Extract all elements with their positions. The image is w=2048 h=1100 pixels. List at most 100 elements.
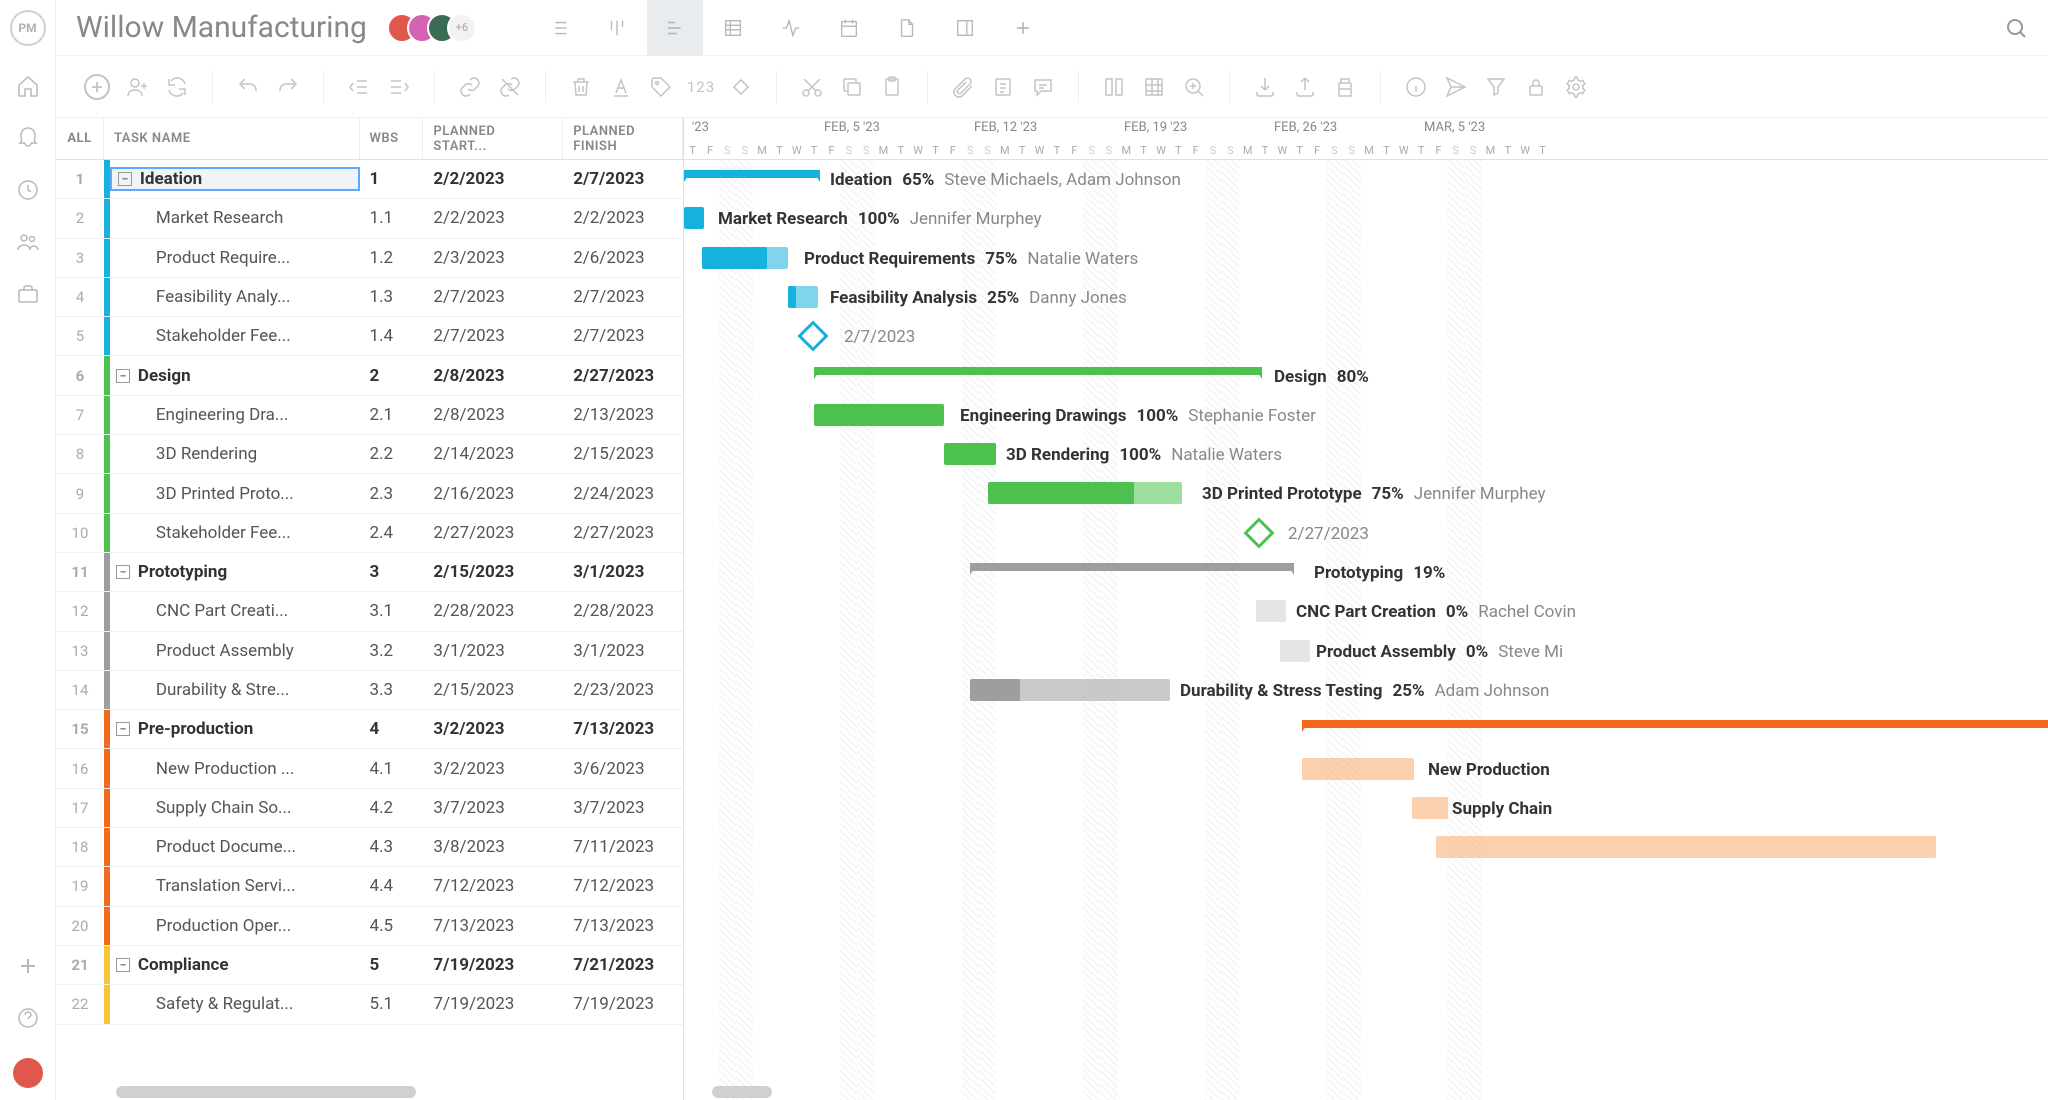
filter-icon[interactable] bbox=[1483, 74, 1509, 100]
text-color-icon[interactable] bbox=[608, 74, 634, 100]
view-panel-icon[interactable] bbox=[937, 0, 993, 56]
milestone-marker[interactable] bbox=[1243, 517, 1274, 548]
columns-icon[interactable] bbox=[1101, 74, 1127, 100]
redo-icon[interactable] bbox=[275, 74, 301, 100]
task-row[interactable]: 6−Design22/8/20232/27/2023 bbox=[56, 356, 683, 395]
summary-bar[interactable] bbox=[684, 170, 820, 178]
gantt-scrollbar[interactable] bbox=[712, 1086, 772, 1098]
home-icon[interactable] bbox=[16, 74, 40, 98]
summary-bar[interactable] bbox=[814, 367, 1262, 375]
task-row[interactable]: 21−Compliance57/19/20237/21/2023 bbox=[56, 946, 683, 985]
view-calendar-icon[interactable] bbox=[821, 0, 877, 56]
clock-icon[interactable] bbox=[16, 178, 40, 202]
task-name-cell[interactable]: Product Docume... bbox=[110, 837, 360, 857]
undo-icon[interactable] bbox=[235, 74, 261, 100]
task-name-cell[interactable]: Engineering Dra... bbox=[110, 405, 360, 425]
collapse-icon[interactable]: − bbox=[116, 722, 130, 736]
refresh-icon[interactable] bbox=[164, 74, 190, 100]
task-row[interactable]: 2Market Research1.12/2/20232/2/2023 bbox=[56, 199, 683, 238]
col-wbs[interactable]: WBS bbox=[360, 118, 424, 159]
task-name-cell[interactable]: Feasibility Analy... bbox=[110, 287, 360, 307]
cut-icon[interactable] bbox=[799, 74, 825, 100]
col-planned-finish[interactable]: PLANNED FINISH bbox=[563, 118, 683, 159]
grid-scrollbar[interactable] bbox=[116, 1086, 416, 1098]
task-bar[interactable] bbox=[1256, 600, 1286, 622]
paste-icon[interactable] bbox=[879, 74, 905, 100]
summary-bar[interactable] bbox=[970, 563, 1294, 571]
view-gantt-icon[interactable] bbox=[647, 0, 703, 56]
indent-icon[interactable] bbox=[386, 74, 412, 100]
task-name-cell[interactable]: CNC Part Creati... bbox=[110, 601, 360, 621]
task-name-cell[interactable]: Stakeholder Fee... bbox=[110, 326, 360, 346]
user-avatar[interactable] bbox=[13, 1058, 43, 1088]
task-row[interactable]: 22Safety & Regulat...5.17/19/20237/19/20… bbox=[56, 985, 683, 1024]
task-name-cell[interactable]: −Design bbox=[110, 366, 360, 386]
tag-icon[interactable] bbox=[648, 74, 674, 100]
task-row[interactable]: 83D Rendering2.22/14/20232/15/2023 bbox=[56, 435, 683, 474]
task-name-cell[interactable]: Production Oper... bbox=[110, 916, 360, 936]
col-planned-start[interactable]: PLANNED START... bbox=[423, 118, 563, 159]
attach-icon[interactable] bbox=[950, 74, 976, 100]
zoom-icon[interactable] bbox=[1181, 74, 1207, 100]
view-sheet-icon[interactable] bbox=[705, 0, 761, 56]
task-row[interactable]: 15−Pre-production43/2/20237/13/2023 bbox=[56, 710, 683, 749]
view-add-icon[interactable] bbox=[995, 0, 1051, 56]
help-icon[interactable] bbox=[16, 1006, 40, 1030]
task-name-cell[interactable]: Translation Servi... bbox=[110, 876, 360, 896]
task-row[interactable]: 17Supply Chain So...4.23/7/20233/7/2023 bbox=[56, 789, 683, 828]
briefcase-icon[interactable] bbox=[16, 282, 40, 306]
task-row[interactable]: 93D Printed Proto...2.32/16/20232/24/202… bbox=[56, 474, 683, 513]
member-avatars[interactable]: +6 bbox=[387, 13, 477, 43]
settings-icon[interactable] bbox=[1563, 74, 1589, 100]
collapse-icon[interactable]: − bbox=[116, 958, 130, 972]
collapse-icon[interactable]: − bbox=[116, 565, 130, 579]
search-icon[interactable] bbox=[2004, 16, 2028, 40]
task-row[interactable]: 1−Ideation12/2/20232/7/2023 bbox=[56, 160, 683, 199]
task-bar[interactable] bbox=[944, 443, 996, 465]
task-name-cell[interactable]: Durability & Stre... bbox=[110, 680, 360, 700]
bell-icon[interactable] bbox=[16, 126, 40, 150]
task-row[interactable]: 20Production Oper...4.57/13/20237/13/202… bbox=[56, 907, 683, 946]
task-name-cell[interactable]: Product Require... bbox=[110, 248, 360, 268]
link-icon[interactable] bbox=[457, 74, 483, 100]
people-icon[interactable] bbox=[16, 230, 40, 254]
milestone-icon[interactable] bbox=[728, 74, 754, 100]
task-name-cell[interactable]: Product Assembly bbox=[110, 641, 360, 661]
task-row[interactable]: 10Stakeholder Fee...2.42/27/20232/27/202… bbox=[56, 514, 683, 553]
task-name-cell[interactable]: New Production ... bbox=[110, 759, 360, 779]
task-name-cell[interactable]: Supply Chain So... bbox=[110, 798, 360, 818]
assign-icon[interactable] bbox=[124, 74, 150, 100]
task-bar[interactable] bbox=[684, 207, 704, 229]
gantt-chart[interactable]: '23FEB, 5 '23FEB, 12 '23FEB, 19 '23FEB, … bbox=[684, 118, 2048, 1100]
task-bar[interactable] bbox=[1302, 758, 1414, 780]
task-bar[interactable] bbox=[814, 404, 944, 426]
plus-icon[interactable] bbox=[16, 954, 40, 978]
collapse-icon[interactable]: − bbox=[118, 172, 132, 186]
task-row[interactable]: 4Feasibility Analy...1.32/7/20232/7/2023 bbox=[56, 278, 683, 317]
number-format-icon[interactable]: 123 bbox=[688, 74, 714, 100]
view-file-icon[interactable] bbox=[879, 0, 935, 56]
add-task-icon[interactable]: + bbox=[84, 74, 110, 100]
task-row[interactable]: 16New Production ...4.13/2/20233/6/2023 bbox=[56, 749, 683, 788]
task-row[interactable]: 19Translation Servi...4.47/12/20237/12/2… bbox=[56, 867, 683, 906]
grid-icon[interactable] bbox=[1141, 74, 1167, 100]
task-name-cell[interactable]: 3D Printed Proto... bbox=[110, 484, 360, 504]
outdent-icon[interactable] bbox=[346, 74, 372, 100]
task-row[interactable]: 11−Prototyping32/15/20233/1/2023 bbox=[56, 553, 683, 592]
lock-icon[interactable] bbox=[1523, 74, 1549, 100]
trash-icon[interactable] bbox=[568, 74, 594, 100]
view-board-icon[interactable] bbox=[589, 0, 645, 56]
task-name-cell[interactable]: −Prototyping bbox=[110, 562, 360, 582]
unlink-icon[interactable] bbox=[497, 74, 523, 100]
task-bar[interactable] bbox=[1412, 797, 1448, 819]
task-row[interactable]: 3Product Require...1.22/3/20232/6/2023 bbox=[56, 239, 683, 278]
copy-icon[interactable] bbox=[839, 74, 865, 100]
task-row[interactable]: 13Product Assembly3.23/1/20233/1/2023 bbox=[56, 632, 683, 671]
task-name-cell[interactable]: −Pre-production bbox=[110, 719, 360, 739]
comment-icon[interactable] bbox=[1030, 74, 1056, 100]
task-row[interactable]: 5Stakeholder Fee...1.42/7/20232/7/2023 bbox=[56, 317, 683, 356]
task-bar[interactable] bbox=[1436, 836, 1936, 858]
task-name-cell[interactable]: Stakeholder Fee... bbox=[110, 523, 360, 543]
notes-icon[interactable] bbox=[990, 74, 1016, 100]
task-name-cell[interactable]: −Compliance bbox=[110, 955, 360, 975]
